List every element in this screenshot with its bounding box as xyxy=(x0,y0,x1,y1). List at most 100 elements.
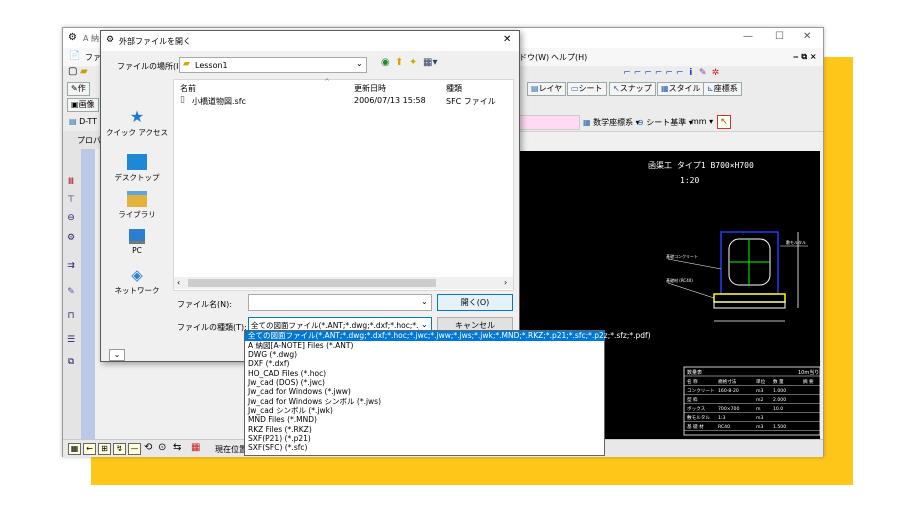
scale-icon[interactable]: ↯ xyxy=(113,443,126,455)
coord-input[interactable] xyxy=(518,115,580,130)
tool-icon[interactable]: Ⅲ xyxy=(63,177,79,191)
file-modified: 2006/07/13 15:58 xyxy=(354,96,426,105)
paint-icon[interactable]: ✲ xyxy=(710,67,720,79)
network-icon: ◈ xyxy=(131,266,143,284)
snap-tool-icon[interactable]: ⌐ xyxy=(655,67,663,79)
annotation-text: 敷モルタル xyxy=(786,239,806,245)
measure-icon[interactable]: ↖ xyxy=(717,115,731,129)
draw-tab[interactable]: ✎作 xyxy=(67,82,90,96)
snap-tool-icon[interactable]: ⌐ xyxy=(665,67,673,79)
folder-icon: ▰ xyxy=(183,59,190,69)
place-label: ライブラリ xyxy=(118,210,156,219)
filetype-option[interactable]: DXF (*.dxf) xyxy=(245,359,605,369)
expand-button[interactable]: ⌄ xyxy=(109,349,125,361)
new-file-icon[interactable]: ▢ xyxy=(68,66,77,77)
snap-tool-icon[interactable]: ⌐ xyxy=(676,67,684,79)
filetype-option[interactable]: MND Files (*.MND) xyxy=(245,415,605,425)
place-desktop[interactable]: デスクトップ xyxy=(103,154,171,183)
tool-icon[interactable]: ⊖ xyxy=(63,213,79,227)
filetype-option[interactable]: 全ての図面ファイル(*.ANT;*.dwg;*.dxf;*.hoc;*.jwc;… xyxy=(245,331,651,341)
image-tab[interactable]: ▣画像 xyxy=(67,98,99,112)
file-icon: ▯ xyxy=(180,95,185,105)
filename-input[interactable]: ⌄ xyxy=(248,294,432,311)
align-icon[interactable]: ⇆ xyxy=(173,442,181,453)
place-library[interactable]: ライブラリ xyxy=(103,191,171,220)
open-button[interactable]: 開く(O) xyxy=(437,294,513,311)
minimize-button[interactable]: — xyxy=(743,31,753,42)
table-icon[interactable]: ▦ xyxy=(191,442,200,453)
left-toolstrip: Ⅲ ⊤ ⊖ ⚙ ⇉ ✎ ⊓ ☰ ⧉ xyxy=(63,149,82,439)
table-cell: 700×700 xyxy=(718,406,739,412)
open-folder-icon[interactable]: ▰ xyxy=(80,66,88,77)
layer-icon: ▤ xyxy=(531,84,539,93)
dtt-label: ▤ D-TT xyxy=(69,117,98,126)
menu-window[interactable]: ドウ(W) xyxy=(519,52,549,63)
grid-toggle-icon[interactable]: ▦ xyxy=(68,443,81,455)
rotate-icon[interactable]: ⟲ xyxy=(144,442,152,453)
tool-icon[interactable]: ✎ xyxy=(63,287,79,301)
menu-file[interactable]: ファ xyxy=(85,52,101,63)
table-cell: 1.000 xyxy=(773,388,786,394)
tool-icon[interactable]: ⊤ xyxy=(63,195,79,209)
scroll-left-icon[interactable]: ‹ xyxy=(177,278,180,287)
coord-tab[interactable]: ⊾座標系 xyxy=(703,82,742,96)
menu-help[interactable]: ヘルプ(H) xyxy=(551,52,587,63)
tool-icon[interactable]: ⊓ xyxy=(63,311,79,325)
table-cell: RC40 xyxy=(718,424,730,430)
arrow-left-icon[interactable]: ← xyxy=(83,443,96,455)
unit-select[interactable]: mm ▾ xyxy=(691,117,713,126)
place-quick-access[interactable]: ★ クイック アクセス xyxy=(103,109,171,138)
style-tab[interactable]: ▦スタイル xyxy=(657,82,705,96)
tool-icon[interactable]: ⚙ xyxy=(63,233,79,247)
filetype-option[interactable]: SXF(SFC) (*.sfc) xyxy=(245,443,605,453)
location-select[interactable]: ▰ Lesson1 ⌄ xyxy=(179,57,367,73)
dialog-close-button[interactable]: ✕ xyxy=(503,34,511,45)
target-icon[interactable]: ⊙ xyxy=(158,442,166,453)
file-type: SFC ファイル xyxy=(446,97,496,106)
place-pc[interactable]: PC xyxy=(103,229,171,255)
dialog-titlebar: ⚙ 外部ファイルを開く ✕ xyxy=(101,31,519,51)
dialog-title: 外部ファイルを開く xyxy=(119,37,191,46)
sheet-base-select[interactable]: ⊖ シート基準 ▾ xyxy=(637,117,693,128)
snap-tool-icon[interactable]: ⌐ xyxy=(623,67,631,79)
scroll-right-icon[interactable]: › xyxy=(504,278,507,287)
drawing-scale: 1:20 xyxy=(680,176,699,185)
sheet-icon: ▭ xyxy=(571,84,579,93)
view-menu-icon[interactable]: ▦▾ xyxy=(423,57,437,68)
maximize-button[interactable]: ☐ xyxy=(775,31,784,42)
table-title: 数量表 xyxy=(687,369,702,376)
layer-tab[interactable]: ▤レイヤ xyxy=(527,82,567,96)
column-type[interactable]: 種類 xyxy=(446,83,462,94)
line-icon[interactable]: — xyxy=(128,443,141,455)
column-name[interactable]: 名前 xyxy=(180,83,196,94)
property-label: プロパ xyxy=(77,136,101,145)
tool-icon[interactable]: ⧉ xyxy=(63,357,79,371)
info-icon[interactable]: i xyxy=(686,67,695,79)
table-cell: 160-8-20 xyxy=(718,388,739,394)
coord-system-select[interactable]: ▦ 数学座標系 ▾ xyxy=(583,117,640,128)
snap-tool-icon[interactable]: ⌐ xyxy=(634,67,642,79)
filetype-option[interactable]: Jw_cad for Windows (*.jww) xyxy=(245,387,605,397)
file-row[interactable]: ▯ 小橋道物図.sfc 2006/07/13 15:58 SFC ファイル xyxy=(178,95,508,107)
desktop-icon xyxy=(127,154,147,170)
tool-icon[interactable]: ⇉ xyxy=(63,261,79,275)
snap-tool-icon[interactable]: ⌐ xyxy=(644,67,652,79)
up-folder-icon[interactable]: ⬆ xyxy=(395,57,403,68)
place-network[interactable]: ◈ ネットワーク xyxy=(103,267,171,296)
mdi-controls[interactable]: ‒ ⧉ × xyxy=(793,52,817,62)
table-cell: m3 xyxy=(756,424,763,430)
close-button[interactable]: ✕ xyxy=(803,31,811,42)
place-label: PC xyxy=(132,246,142,255)
pen-icon[interactable]: ✎ xyxy=(698,67,708,79)
table-header-cell: 名 称 xyxy=(687,378,698,385)
snap-tab[interactable]: ↖スナップ xyxy=(609,82,656,96)
horizontal-scrollbar[interactable]: ‹ › xyxy=(174,277,513,289)
tool-icon[interactable]: ☰ xyxy=(63,335,79,349)
table-cell: m3 xyxy=(756,415,763,421)
scrollbar-thumb[interactable] xyxy=(188,279,436,287)
back-icon[interactable]: ◉ xyxy=(381,57,390,68)
snap-grid-icon[interactable]: ⊞ xyxy=(98,443,111,455)
column-modified[interactable]: 更新日時 xyxy=(354,83,386,94)
new-folder-icon[interactable]: ✦ xyxy=(409,57,417,68)
sheet-tab[interactable]: ▭シート xyxy=(567,82,607,96)
